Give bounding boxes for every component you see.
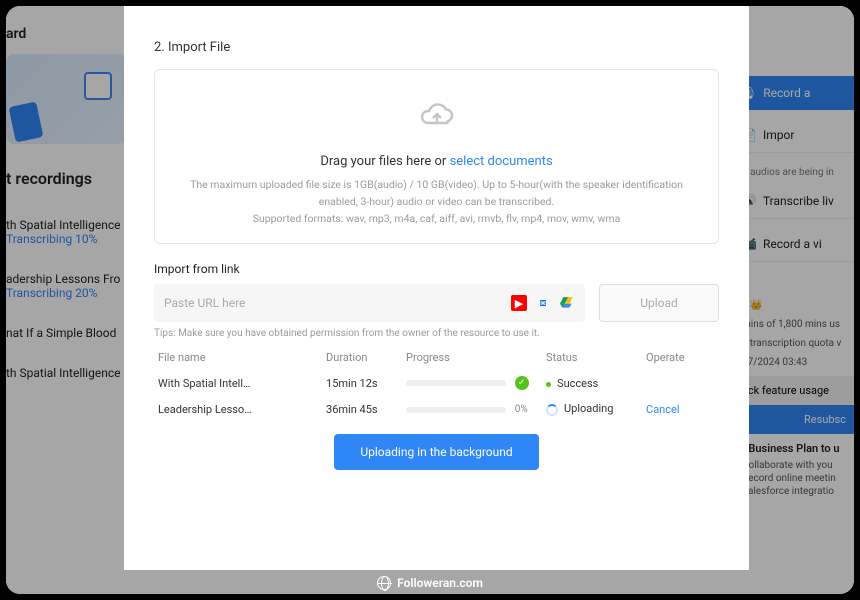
col-operate: Operate [642, 347, 719, 370]
limit-text: The maximum uploaded file size is 1GB(au… [175, 177, 698, 227]
status-uploading: Uploading [542, 396, 642, 421]
check-icon: ✓ [515, 376, 529, 390]
youtube-icon[interactable]: ▶ [511, 295, 527, 311]
dropzone[interactable]: Drag your files here or select documents… [154, 69, 719, 244]
upload-background-button[interactable]: Uploading in the background [334, 434, 538, 470]
step-title: 2. Import File [154, 40, 719, 55]
url-input[interactable] [164, 296, 511, 310]
select-documents-link[interactable]: select documents [450, 154, 553, 169]
col-file: File name [154, 347, 322, 370]
file-duration: 36min 45s [322, 396, 402, 421]
import-modal: 2. Import File Drag your files here or s… [124, 6, 749, 570]
permission-tip: Tips: Make sure you have obtained permis… [154, 328, 719, 339]
progress-cell: ✓ [402, 370, 542, 396]
col-progress: Progress [402, 347, 542, 370]
dropbox-icon[interactable]: ⧈ [535, 295, 551, 311]
col-status: Status [542, 347, 642, 370]
url-input-container: ▶ ⧈ [154, 284, 585, 322]
file-duration: 15min 12s [322, 370, 402, 396]
import-from-link-label: Import from link [154, 262, 719, 276]
col-duration: Duration [322, 347, 402, 370]
table-row: Leadership Lesso… 36min 45s 0% Uploading… [154, 396, 719, 421]
upload-table: File name Duration Progress Status Opera… [154, 347, 719, 421]
google-drive-icon[interactable] [559, 295, 575, 311]
spinner-icon [546, 404, 558, 416]
drag-instruction: Drag your files here or select documents [175, 154, 698, 169]
upload-button[interactable]: Upload [599, 284, 719, 322]
progress-cell: 0% [402, 396, 542, 421]
globe-icon [377, 576, 391, 590]
watermark: Followeran.com [6, 576, 854, 590]
status-success: Success [542, 370, 642, 396]
cloud-upload-icon [417, 96, 457, 136]
table-row: With Spatial Intell… 15min 12s ✓ Success [154, 370, 719, 396]
cancel-link[interactable]: Cancel [646, 403, 679, 416]
file-name: Leadership Lesso… [154, 396, 322, 421]
file-name: With Spatial Intell… [154, 370, 322, 396]
status-dot-icon [546, 382, 551, 387]
